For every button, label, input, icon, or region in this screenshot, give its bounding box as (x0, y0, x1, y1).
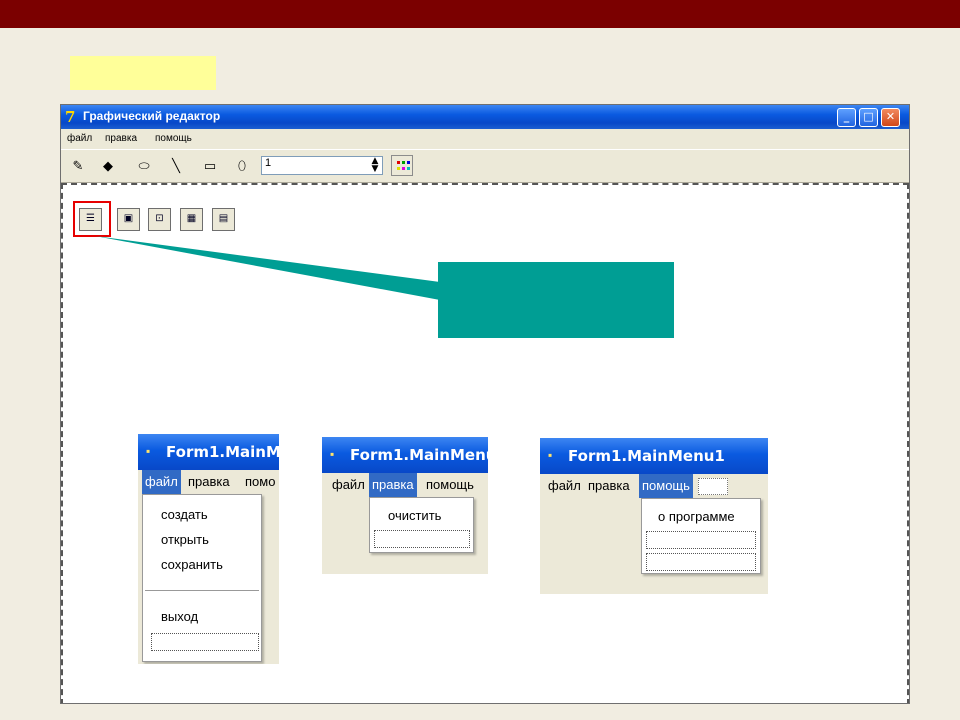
menu-help[interactable]: помощь (155, 133, 192, 144)
ellipse-icon[interactable]: ⬯ (231, 157, 253, 177)
edit-dropdown: очистить (369, 497, 474, 553)
form-title: Form1.MainMenu1 (568, 447, 725, 465)
spin-arrows-icon[interactable]: ▲ ▼ (369, 157, 381, 174)
form-icon: ▪ (146, 444, 151, 458)
form-title-bar: ▪ Form1.MainMenu (322, 437, 488, 473)
menu-item-placeholder[interactable] (646, 531, 756, 549)
menu-bar: файл правка помощь (61, 129, 909, 149)
palette-dot (407, 161, 410, 164)
menu-item-open[interactable]: открыть (161, 532, 209, 547)
form-menu-bar: файл правка помощь (322, 473, 488, 497)
menu-item-placeholder[interactable] (151, 633, 259, 651)
maximize-button[interactable]: □ (859, 108, 878, 127)
toolbar: ✎ ◆ ⬭ ╲ ▭ ⬯ 1 ▲ ▼ (61, 149, 909, 183)
form-menu-help[interactable]: помо (245, 474, 275, 489)
form-menu-edit[interactable]: правка (588, 478, 630, 493)
menu-item-clear[interactable]: очистить (388, 508, 441, 523)
savedialog-icon[interactable]: ▣ (117, 208, 140, 231)
callout-box (438, 262, 674, 338)
menu-item-placeholder[interactable] (646, 553, 756, 571)
form-menu-edit[interactable]: правка (369, 473, 417, 497)
menu-file[interactable]: файл (67, 133, 92, 144)
palette-dot (407, 167, 410, 170)
form-help-menu: ▪ Form1.MainMenu1 файл правка помощь о п… (540, 438, 768, 594)
form-title: Form1.MainMenu (350, 446, 488, 464)
minimize-button[interactable]: _ (837, 108, 856, 127)
fill-icon[interactable]: ◆ (97, 157, 119, 177)
form-title: Form1.MainM (166, 443, 279, 461)
pencil-icon[interactable]: ✎ (67, 157, 89, 177)
form-menu-help[interactable]: помощь (639, 474, 693, 498)
xpmanifest-icon[interactable]: ⊡ (148, 208, 171, 231)
color-palette-button[interactable] (391, 155, 413, 176)
menu-item-placeholder[interactable] (374, 530, 470, 548)
menu-item-save[interactable]: сохранить (161, 557, 223, 572)
app-icon: 7 (65, 108, 76, 126)
eraser-icon[interactable]: ⬭ (133, 157, 155, 177)
form-menu-file[interactable]: файл (142, 470, 181, 494)
form-edit-menu: ▪ Form1.MainMenu файл правка помощь очис… (322, 437, 488, 574)
form-menu-file[interactable]: файл (332, 477, 365, 492)
line-width-input[interactable]: 1 (261, 156, 383, 175)
menu-item-exit[interactable]: выход (161, 609, 198, 624)
help-dropdown: о программе (641, 498, 761, 574)
menu-item-create[interactable]: создать (161, 507, 208, 522)
slide-top-bar (0, 0, 960, 28)
form-menu-edit[interactable]: правка (188, 474, 230, 489)
menu-edit[interactable]: правка (105, 133, 137, 144)
palette-dot (402, 161, 405, 164)
highlight-frame (73, 201, 111, 237)
rectangle-icon[interactable]: ▭ (199, 157, 221, 177)
file-dropdown: создать открыть сохранить выход (142, 494, 262, 662)
palette-dot (402, 167, 405, 170)
form-menu-placeholder[interactable] (698, 478, 728, 495)
window-title: Графический редактор (83, 109, 221, 123)
form-file-menu: ▪ Form1.MainM файл правка помо создать о… (138, 434, 279, 664)
opendialog-icon[interactable]: ▤ (212, 208, 235, 231)
colordialog-icon[interactable]: ▦ (180, 208, 203, 231)
form-menu-bar: файл правка помо (138, 470, 279, 494)
title-bar[interactable]: 7 Графический редактор _ □ ✕ (61, 105, 909, 129)
close-button[interactable]: ✕ (881, 108, 900, 127)
form-title-bar: ▪ Form1.MainM (138, 434, 279, 470)
form-icon: ▪ (548, 448, 553, 462)
palette-dot (397, 161, 400, 164)
palette-dot (397, 167, 400, 170)
form-title-bar: ▪ Form1.MainMenu1 (540, 438, 768, 474)
menu-separator (145, 590, 259, 591)
form-menu-bar: файл правка помощь (540, 474, 768, 498)
form-icon: ▪ (330, 447, 335, 461)
slide-label-box (70, 56, 216, 90)
form-menu-help[interactable]: помощь (426, 477, 474, 492)
line-icon[interactable]: ╲ (165, 157, 187, 177)
form-menu-file[interactable]: файл (548, 478, 581, 493)
menu-item-about[interactable]: о программе (658, 509, 735, 524)
